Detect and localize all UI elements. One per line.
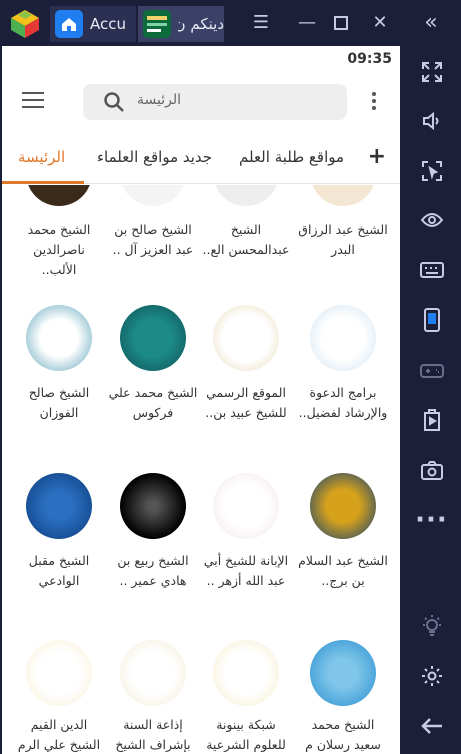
site-logo-icon — [120, 640, 186, 706]
site-logo-icon — [26, 305, 92, 371]
phone-icon[interactable] — [402, 306, 461, 334]
app-thumbnail-icon — [143, 10, 171, 38]
site-logo-icon — [26, 473, 92, 539]
site-logo-icon — [213, 305, 279, 371]
search-icon — [104, 92, 124, 112]
site-logo-icon — [213, 473, 279, 539]
site-name: شبكة بينونة للعلوم الشرعية — [206, 717, 286, 752]
site-logo-icon — [310, 185, 376, 206]
tab-label: دينكم ن — [178, 15, 224, 33]
title-bar: Accu دينكم ن ☰ — ✕ « — [0, 0, 461, 46]
category-tabs: الرئيسة جديد مواقع العلماء مواقع طلبة ال… — [2, 138, 400, 184]
maximize-icon[interactable] — [330, 12, 352, 34]
site-logo-icon — [310, 305, 376, 371]
site-name: الشيخ محمد سعيد رسلان م — [305, 717, 381, 752]
search-placeholder: الرئيسة — [137, 92, 181, 108]
site-name: الشيخ ربيع بن هادي عمير .. — [117, 553, 189, 588]
site-name: الشيخ عبدالمحسن الع.. — [202, 222, 290, 257]
emulator-sidebar: ··· — [402, 46, 461, 754]
site-name: الشيخ محمد ناصرالدين الألب.. — [27, 222, 91, 277]
site-logo-icon — [213, 185, 279, 206]
add-tab-icon[interactable]: + — [368, 144, 386, 169]
status-bar: 09:35 — [2, 46, 400, 72]
back-icon[interactable] — [402, 712, 461, 740]
site-logo-icon — [120, 473, 186, 539]
tab-home[interactable]: الرئيسة — [18, 148, 65, 166]
camera-icon[interactable] — [402, 456, 461, 484]
tab-new-scholar-sites[interactable]: جديد مواقع العلماء — [97, 148, 212, 166]
keyboard-icon[interactable] — [402, 256, 461, 284]
close-icon[interactable]: ✕ — [369, 12, 391, 34]
clock: 09:35 — [347, 51, 392, 67]
overflow-menu-icon[interactable] — [372, 92, 378, 112]
site-name: برامج الدعوة والإرشاد لفضيل.. — [298, 385, 388, 420]
search-input[interactable]: الرئيسة — [83, 84, 347, 120]
tab-student-sites[interactable]: مواقع طلبة العلم — [239, 148, 344, 166]
more-icon[interactable]: ··· — [402, 505, 461, 535]
fullscreen-icon[interactable] — [402, 58, 461, 86]
site-name: الشيخ عبد السلام بن برج.. — [298, 553, 388, 588]
site-logo-icon — [26, 185, 92, 206]
site-name: الإبانة للشيخ أبي عبد الله أزهر .. — [203, 553, 289, 588]
tab-app[interactable]: دينكم ن — [138, 6, 224, 42]
site-name: الدين القيم الشيخ علي الرم — [17, 717, 101, 752]
site-logo-icon — [120, 305, 186, 371]
site-name: الموقع الرسمي للشيخ عبيد بن.. — [205, 385, 287, 420]
emulator-window: { "titlebar": { "tabs": [ {"label": "Acc… — [0, 0, 461, 754]
site-logo-icon — [120, 185, 186, 206]
app-bar: الرئيسة — [2, 72, 400, 132]
collapse-sidebar-icon[interactable]: « — [420, 12, 442, 34]
home-icon — [55, 10, 83, 38]
screenshot-region-icon[interactable] — [402, 157, 461, 185]
site-logo-icon — [310, 640, 376, 706]
site-name: إذاعة السنة بإشراف الشيخ — [115, 717, 191, 752]
brightness-icon[interactable] — [402, 612, 461, 640]
eye-icon[interactable] — [402, 206, 461, 234]
active-tab-indicator — [2, 181, 84, 184]
site-logo-icon — [26, 640, 92, 706]
menu-icon[interactable]: ☰ — [250, 12, 272, 34]
volume-icon[interactable] — [402, 107, 461, 135]
gamepad-icon[interactable] — [402, 356, 461, 384]
install-apk-icon[interactable] — [402, 406, 461, 434]
sites-grid: الشيخ عبد الرزاق البدر الشيخ عبدالمحسن ا… — [2, 185, 400, 754]
bluestacks-logo-icon[interactable] — [8, 7, 42, 41]
site-name: الشيخ عبد الرزاق البدر — [298, 222, 388, 257]
tab-home[interactable]: Accu — [50, 6, 136, 42]
android-screen: 09:35 الرئيسة الرئيسة جديد مواقع العلماء… — [2, 46, 400, 754]
minimize-icon[interactable]: — — [296, 12, 318, 34]
site-name: الشيخ محمد علي فركوس — [108, 385, 198, 420]
settings-icon[interactable] — [402, 662, 461, 690]
site-logo-icon — [310, 473, 376, 539]
site-name: الشيخ صالح بن عبد العزيز آل .. — [112, 222, 194, 257]
hamburger-menu-icon[interactable] — [22, 92, 44, 110]
site-name: الشيخ مقبل الوادعي — [28, 553, 90, 588]
tab-label: Accu — [90, 15, 126, 33]
site-name: الشيخ صالح الفوزان — [28, 385, 90, 420]
site-logo-icon — [213, 640, 279, 706]
